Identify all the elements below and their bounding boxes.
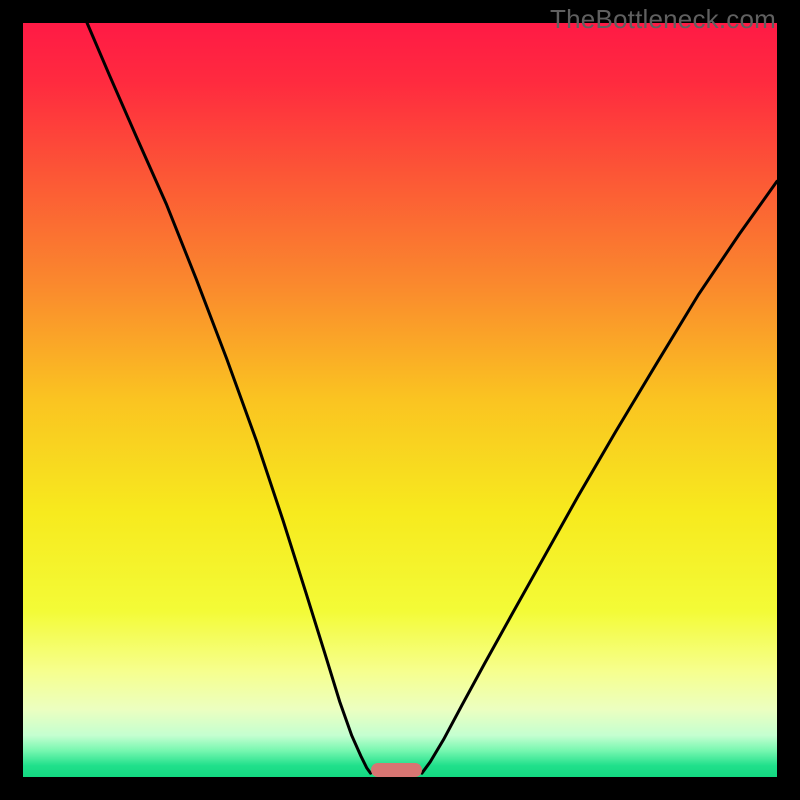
chart-frame: TheBottleneck.com (0, 0, 800, 800)
curves-layer (23, 23, 777, 777)
left-curve (87, 23, 371, 773)
plot-area (23, 23, 777, 777)
right-curve (422, 181, 777, 773)
minimum-marker (371, 763, 422, 777)
watermark-text: TheBottleneck.com (550, 4, 776, 35)
